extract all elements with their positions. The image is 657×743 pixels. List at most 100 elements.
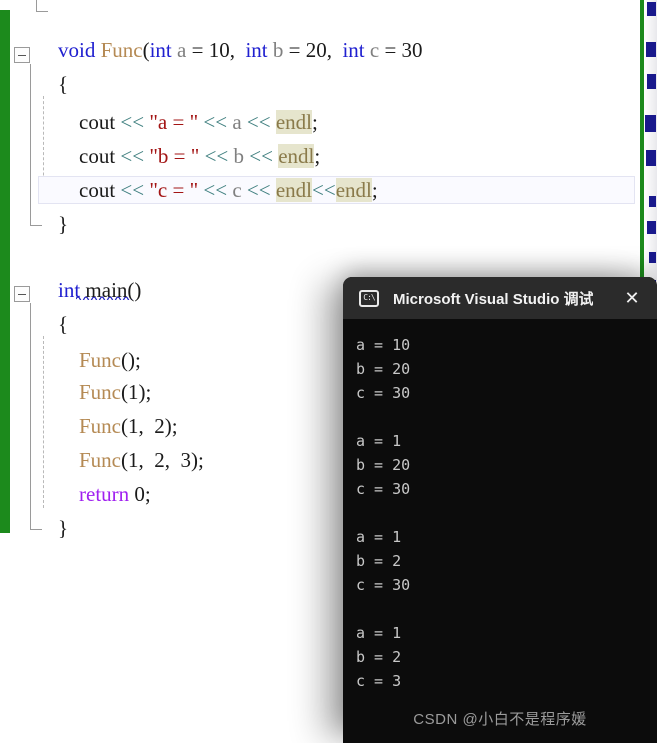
code-token-var: a bbox=[177, 38, 187, 62]
code-token-endl: endl bbox=[278, 144, 315, 168]
code-token-ret: return bbox=[79, 482, 130, 506]
collapse-toggle-main[interactable] bbox=[14, 286, 30, 302]
debug-console-window[interactable]: C:\ Microsoft Visual Studio 调试控 ✕ a = 10… bbox=[343, 277, 657, 743]
code-token-punc: ( bbox=[121, 380, 128, 404]
code-line[interactable]: return 0; bbox=[58, 484, 151, 505]
console-title-bar[interactable]: C:\ Microsoft Visual Studio 调试控 ✕ bbox=[343, 277, 657, 319]
code-token-endl: endl bbox=[335, 178, 372, 202]
code-token-fn: Func bbox=[79, 448, 121, 472]
code-token-op: << bbox=[246, 178, 271, 202]
code-line[interactable]: void Func(int a = 10, int b = 20, int c … bbox=[58, 40, 423, 61]
code-token-num: 1 bbox=[128, 448, 139, 472]
console-output-line: c = 3 bbox=[356, 672, 402, 690]
code-token-var: b bbox=[272, 38, 284, 62]
code-token-var: a bbox=[232, 110, 242, 134]
console-output-line: b = 2 bbox=[356, 552, 402, 570]
outline-line-main bbox=[30, 303, 31, 529]
code-token-punc: , bbox=[164, 448, 181, 472]
console-output-blank-line bbox=[356, 405, 657, 429]
code-line[interactable]: Func(); bbox=[58, 350, 141, 371]
code-token-fn: Func bbox=[79, 414, 121, 438]
code-line[interactable]: cout << "c = " << c << endl<<endl; bbox=[58, 178, 378, 202]
code-line[interactable]: { bbox=[58, 314, 68, 335]
code-token-num: 1 bbox=[128, 380, 139, 404]
code-token-punc: , bbox=[138, 448, 155, 472]
code-token-plain: cout bbox=[58, 144, 121, 168]
code-token-punc: = bbox=[379, 38, 402, 62]
code-token-num: 1 bbox=[128, 414, 139, 438]
close-icon[interactable]: ✕ bbox=[621, 287, 643, 309]
console-output-line: c = 30 bbox=[356, 384, 411, 402]
code-token-str: "a = " bbox=[149, 110, 199, 134]
code-line[interactable]: Func(1, 2, 3); bbox=[58, 450, 204, 471]
code-token-punc: ); bbox=[191, 448, 204, 472]
code-token-punc: ( bbox=[121, 414, 128, 438]
code-token-num: 0 bbox=[134, 482, 145, 506]
code-token-op: << bbox=[120, 110, 145, 134]
code-token-kw: int bbox=[149, 38, 172, 62]
code-token-kw: int bbox=[58, 278, 81, 302]
code-line[interactable]: Func(1, 2); bbox=[58, 416, 178, 437]
code-line[interactable]: } bbox=[58, 214, 68, 235]
code-token-op: << bbox=[246, 110, 271, 134]
outline-foot-top bbox=[36, 11, 48, 12]
code-token-punc: = bbox=[283, 38, 306, 62]
code-token-num: 10 bbox=[208, 38, 230, 62]
code-token-punc: ); bbox=[138, 380, 152, 404]
minimap-scrollbar[interactable] bbox=[644, 0, 657, 290]
console-output-line: b = 2 bbox=[356, 648, 402, 666]
code-token-punc: ; bbox=[314, 144, 321, 168]
code-token-endl: endl bbox=[275, 110, 313, 134]
collapse-toggle-func[interactable] bbox=[14, 47, 30, 63]
minimap-mark bbox=[647, 2, 656, 16]
minimap-mark bbox=[646, 150, 656, 166]
console-output-line: b = 20 bbox=[356, 360, 411, 378]
code-token-punc: } bbox=[58, 212, 69, 236]
indent-guide-main bbox=[43, 336, 44, 508]
code-token-op: << bbox=[120, 144, 145, 168]
code-line[interactable]: Func(1); bbox=[58, 382, 151, 403]
code-token-punc: { bbox=[58, 72, 69, 96]
console-output-line: c = 30 bbox=[356, 576, 411, 594]
code-token-op: << bbox=[249, 144, 273, 168]
code-token-punc: (); bbox=[121, 348, 141, 372]
minimap-mark bbox=[647, 221, 656, 234]
code-token-var: c bbox=[369, 38, 380, 62]
code-token-punc: ; bbox=[371, 178, 378, 202]
minimap-mark bbox=[647, 74, 656, 89]
code-line[interactable]: cout << "b = " << b << endl; bbox=[58, 144, 321, 168]
outline-line-top bbox=[36, 0, 37, 11]
code-token-punc: = bbox=[186, 38, 209, 62]
code-token-punc: { bbox=[58, 312, 69, 336]
code-line[interactable]: { bbox=[58, 74, 68, 95]
code-line[interactable]: cout << "a = " << a << endl; bbox=[58, 110, 318, 134]
outline-foot-main bbox=[30, 529, 42, 530]
code-token-op: << bbox=[203, 178, 228, 202]
code-token-plain: cout bbox=[58, 178, 121, 202]
code-token-plain: cout bbox=[58, 110, 121, 134]
console-output-line: b = 20 bbox=[356, 456, 411, 474]
code-line[interactable]: int main() bbox=[58, 280, 141, 301]
code-token-fn: Func bbox=[100, 38, 143, 62]
code-line[interactable]: } bbox=[58, 518, 68, 539]
code-token-kw: void bbox=[58, 38, 96, 62]
console-window-icon: C:\ bbox=[359, 289, 379, 307]
code-token-punc: , bbox=[138, 414, 155, 438]
minimap-mark bbox=[649, 196, 656, 207]
code-token-var: c bbox=[232, 178, 242, 202]
code-token-kw: int bbox=[342, 38, 365, 62]
code-token-punc: ( bbox=[121, 448, 128, 472]
code-token-punc: ( bbox=[142, 38, 150, 62]
minimap-mark bbox=[646, 42, 656, 57]
code-token-var: b bbox=[233, 144, 245, 168]
code-token-op: << bbox=[120, 178, 145, 202]
code-token-op: << bbox=[312, 178, 336, 202]
code-token-punc: ; bbox=[312, 110, 318, 134]
console-output-line: c = 30 bbox=[356, 480, 411, 498]
code-token-str: "c = " bbox=[149, 178, 199, 202]
code-token-str: "b = " bbox=[149, 144, 200, 168]
code-token-num: 20 bbox=[305, 38, 327, 62]
